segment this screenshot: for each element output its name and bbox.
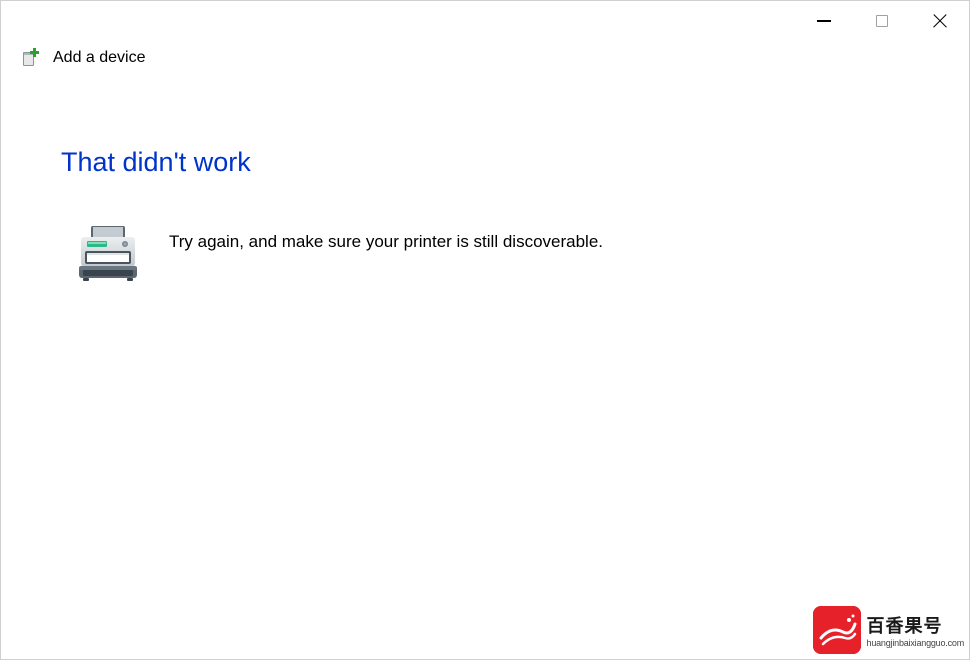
error-message: Try again, and make sure your printer is…: [169, 226, 603, 252]
watermark-name: 百香果号: [867, 612, 943, 638]
printer-icon: [77, 226, 139, 282]
watermark-url: huangjinbaixiangguo.com: [867, 638, 964, 648]
minimize-icon: [817, 20, 831, 22]
minimize-button[interactable]: [795, 5, 853, 37]
dialog-title: Add a device: [53, 49, 146, 67]
close-button[interactable]: [911, 5, 969, 37]
close-icon: [932, 13, 948, 29]
maximize-button[interactable]: [853, 5, 911, 37]
window-titlebar: [1, 1, 969, 39]
dialog-content: That didn't work: [1, 69, 969, 282]
dialog-header: Add a device: [1, 39, 969, 69]
add-device-icon: [21, 47, 43, 69]
message-row: Try again, and make sure your printer is…: [61, 226, 909, 282]
watermark-logo-icon: [813, 606, 861, 654]
maximize-icon: [876, 15, 888, 27]
error-heading: That didn't work: [61, 147, 909, 178]
watermark: 百香果号 huangjinbaixiangguo.com: [813, 606, 964, 654]
watermark-text: 百香果号 huangjinbaixiangguo.com: [867, 612, 964, 648]
